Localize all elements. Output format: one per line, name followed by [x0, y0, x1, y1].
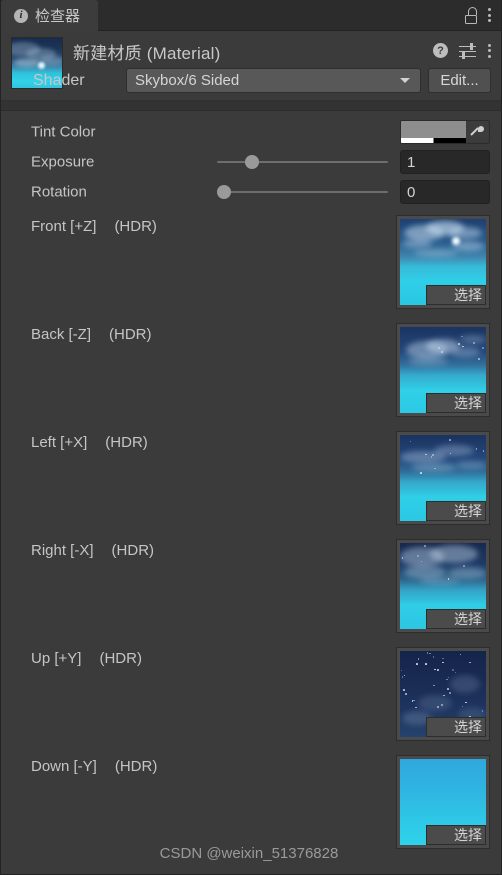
- kebab-menu-icon[interactable]: [487, 43, 491, 58]
- texture-row-left-px: Left [+X] (HDR) 选择: [1, 423, 501, 531]
- texture-hdr-tag: (HDR): [114, 218, 157, 235]
- down-ny-texture-slot[interactable]: 选择: [396, 755, 490, 849]
- texture-thumbnail: 选择: [400, 651, 486, 737]
- texture-hdr-tag: (HDR): [111, 542, 155, 559]
- up-py-label: Up [+Y] (HDR): [31, 650, 142, 667]
- exposure-input[interactable]: 1: [400, 150, 490, 174]
- texture-label-text: Up [+Y]: [31, 650, 82, 667]
- exposure-slider[interactable]: [217, 155, 388, 169]
- left-px-texture-slot[interactable]: 选择: [396, 431, 490, 525]
- shader-label: Shader: [33, 71, 85, 89]
- up-py-select-button[interactable]: 选择: [426, 717, 486, 737]
- shader-dropdown[interactable]: Skybox/6 Sided: [126, 68, 421, 93]
- texture-thumbnail: 选择: [400, 759, 486, 845]
- tab-inspector-label: 检查器: [35, 8, 81, 25]
- tab-inspector[interactable]: i 检查器: [1, 0, 99, 31]
- slider-knob[interactable]: [245, 155, 260, 169]
- rotation-label: Rotation: [31, 183, 87, 201]
- texture-slot-list: Front [+Z] (HDR) 选择 Back [-Z] (HDR) 选择 Left [+…: [1, 207, 501, 855]
- texture-label-text: Down [-Y]: [31, 758, 97, 775]
- texture-row-up-py: Up [+Y] (HDR) 选择: [1, 639, 501, 747]
- slider-track: [217, 191, 388, 193]
- down-ny-select-button[interactable]: 选择: [426, 825, 486, 845]
- help-icon[interactable]: ?: [433, 43, 448, 58]
- slider-knob[interactable]: [217, 185, 231, 199]
- texture-label-text: Left [+X]: [31, 434, 88, 451]
- lock-icon[interactable]: [463, 6, 479, 24]
- right-nx-select-button[interactable]: 选择: [426, 609, 486, 629]
- tabbar-actions: [463, 0, 501, 30]
- alpha-bar: [401, 138, 466, 143]
- back-nz-select-button[interactable]: 选择: [426, 393, 486, 413]
- edit-shader-button[interactable]: Edit...: [428, 68, 491, 93]
- texture-thumbnail: 选择: [400, 435, 486, 521]
- tint-color-label: Tint Color: [31, 123, 96, 141]
- shader-dropdown-value: Skybox/6 Sided: [135, 72, 240, 89]
- right-nx-texture-slot[interactable]: 选择: [396, 539, 490, 633]
- rotation-slider[interactable]: [217, 185, 388, 199]
- texture-row-back-nz: Back [-Z] (HDR) 选择: [1, 315, 501, 423]
- section-divider: [1, 101, 501, 111]
- texture-hdr-tag: (HDR): [109, 326, 152, 343]
- tint-color-field[interactable]: [400, 120, 490, 144]
- texture-hdr-tag: (HDR): [99, 650, 142, 667]
- material-properties: Tint Color Exposure 1 Rotation 0 Front […: [1, 111, 501, 855]
- shader-row: Shader Skybox/6 Sided Edit...: [11, 68, 491, 93]
- property-row-tint-color: Tint Color: [1, 117, 501, 147]
- back-nz-label: Back [-Z] (HDR): [31, 326, 152, 343]
- slider-track: [217, 161, 388, 163]
- up-py-texture-slot[interactable]: 选择: [396, 647, 490, 741]
- object-header: 新建材质 (Material) ? Shader Skybox/6 Sided …: [1, 31, 501, 101]
- texture-row-down-ny: Down [-Y] (HDR) 选择: [1, 747, 501, 855]
- down-ny-label: Down [-Y] (HDR): [31, 758, 157, 775]
- front-pz-label: Front [+Z] (HDR): [31, 218, 157, 235]
- inspector-tabbar: i 检查器: [1, 0, 501, 31]
- exposure-label: Exposure: [31, 153, 95, 171]
- texture-thumbnail: 选择: [400, 543, 486, 629]
- info-icon: i: [14, 8, 28, 23]
- front-pz-texture-slot[interactable]: 选择: [396, 215, 490, 309]
- texture-row-right-nx: Right [-X] (HDR) 选择: [1, 531, 501, 639]
- property-row-rotation: Rotation 0: [1, 177, 501, 207]
- texture-label-text: Front [+Z]: [31, 218, 97, 235]
- left-px-label: Left [+X] (HDR): [31, 434, 148, 451]
- rotation-input[interactable]: 0: [400, 180, 490, 204]
- texture-label-text: Back [-Z]: [31, 326, 92, 343]
- property-row-exposure: Exposure 1: [1, 147, 501, 177]
- back-nz-texture-slot[interactable]: 选择: [396, 323, 490, 417]
- inspector-window: i 检查器 新建材质 (Material) ? Shader Skybox/6 …: [0, 0, 502, 875]
- left-px-select-button[interactable]: 选择: [426, 501, 486, 521]
- texture-hdr-tag: (HDR): [105, 434, 148, 451]
- color-swatch[interactable]: [401, 121, 466, 143]
- texture-hdr-tag: (HDR): [114, 758, 158, 775]
- texture-row-front-pz: Front [+Z] (HDR) 选择: [1, 207, 501, 315]
- kebab-menu-icon[interactable]: [487, 8, 491, 22]
- right-nx-label: Right [-X] (HDR): [31, 542, 154, 559]
- object-header-actions: ?: [433, 43, 491, 59]
- eyedropper-icon[interactable]: [466, 121, 489, 143]
- chevron-down-icon: [400, 78, 410, 83]
- texture-label-text: Right [-X]: [31, 542, 94, 559]
- page-title: 新建材质 (Material): [73, 44, 221, 63]
- texture-thumbnail: 选择: [400, 219, 486, 305]
- texture-thumbnail: 选择: [400, 327, 486, 413]
- preset-settings-icon[interactable]: [459, 43, 476, 59]
- front-pz-select-button[interactable]: 选择: [426, 285, 486, 305]
